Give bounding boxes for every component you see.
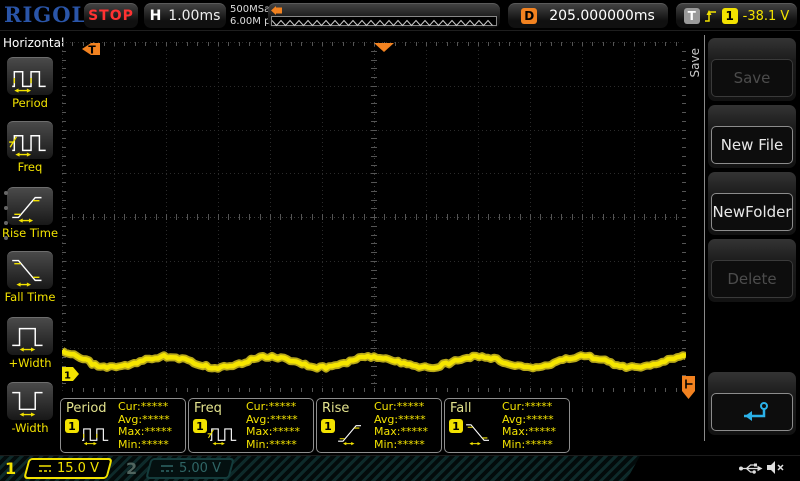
menu-item-fall-time[interactable]: Fall Time	[0, 251, 60, 304]
channel-1-status[interactable]: 15.0 V	[23, 458, 113, 479]
right-soft-menu: Save New File NewFolder Delete	[700, 31, 800, 455]
trigger-level-value: -38.1 V	[743, 9, 790, 24]
menu-item-new-file[interactable]: New File	[708, 105, 796, 168]
memory-position-bar[interactable]	[268, 3, 500, 28]
channel-2-status[interactable]: 5.00 V	[145, 458, 235, 479]
freq-icon	[7, 122, 53, 160]
menu-item-back[interactable]	[708, 372, 796, 435]
measurement-row: Period 1 Cur:***** Avg:***** Max:***** M…	[60, 398, 570, 453]
freq-icon	[206, 417, 242, 449]
minus-width-icon	[7, 383, 53, 421]
timebase-value: 1.00ms	[168, 8, 220, 24]
left-measure-menu: Horizontal Period Freq Rise Time Fa	[0, 31, 60, 455]
return-arrow-icon	[732, 400, 772, 424]
speaker-muted-icon	[766, 460, 784, 476]
menu-divider	[704, 35, 705, 441]
delay-badge: D	[521, 8, 537, 24]
channel-status-bar: 1 15.0 V 2 5.00 V	[0, 455, 800, 480]
run-stop-indicator[interactable]: STOP	[84, 3, 138, 28]
menu-item-delete[interactable]: Delete	[708, 239, 796, 302]
menu-item-rise-time[interactable]: Rise Time	[0, 187, 60, 240]
dc-coupling-icon	[160, 464, 174, 473]
measurement-fall: Fall 1 Cur:***** Avg:***** Max:***** Min…	[444, 398, 570, 453]
period-icon	[7, 58, 53, 96]
rise-time-icon	[7, 188, 53, 226]
delay-value: 205.000000ms	[549, 8, 655, 24]
dc-coupling-icon	[38, 464, 52, 473]
timebase-box: H 1.00ms	[144, 3, 226, 28]
trigger-readout-box: T 1 -38.1 V	[676, 3, 797, 28]
preview-wave-svg	[272, 17, 494, 28]
rise-time-icon	[334, 417, 370, 449]
delay-readout-box: D 205.000000ms	[508, 3, 668, 28]
menu-scroll-dots	[4, 191, 8, 251]
left-menu-title: Horizontal	[0, 31, 60, 50]
channel-badge: 1	[65, 419, 79, 433]
plus-width-icon	[7, 318, 53, 356]
run-state-label: STOP	[88, 8, 134, 24]
menu-item-plus-width[interactable]: +Width	[0, 317, 60, 370]
fall-time-icon	[7, 252, 53, 290]
usb-icon	[738, 462, 763, 475]
channel-2-number: 2	[126, 459, 137, 478]
rigol-logo: RIGOL	[4, 2, 87, 27]
svg-text:T: T	[88, 44, 96, 57]
period-icon	[78, 417, 114, 449]
menu-item-save[interactable]: Save	[708, 38, 796, 101]
svg-text:1: 1	[64, 371, 71, 382]
memory-waveform-strip	[271, 16, 497, 26]
top-status-bar: RIGOL STOP H 1.00ms 500MSa/s 6.00M pts D…	[0, 0, 800, 31]
channel-badge: 1	[321, 419, 335, 433]
channel-badge: 1	[193, 419, 207, 433]
fall-time-icon	[462, 417, 498, 449]
trigger-source-badge: 1	[722, 8, 738, 24]
channel-1-number: 1	[5, 459, 16, 478]
measurement-rise: Rise 1 Cur:***** Avg:***** Max:***** Min…	[316, 398, 442, 453]
menu-item-new-folder[interactable]: NewFolder	[708, 172, 796, 235]
trigger-badge: T	[684, 8, 700, 24]
channel-badge: 1	[449, 419, 463, 433]
trigger-level-marker[interactable]	[682, 376, 696, 400]
menu-item-period[interactable]: Period	[0, 57, 60, 110]
measurement-freq: Freq 1 Cur:***** Avg:***** Max:***** Min…	[188, 398, 314, 453]
graticule-svg: T1	[62, 42, 686, 392]
horizontal-badge: H	[150, 8, 162, 24]
measurement-period: Period 1 Cur:***** Avg:***** Max:***** M…	[60, 398, 186, 453]
menu-item-freq[interactable]: Freq	[0, 121, 60, 174]
menu-item-minus-width[interactable]: -Width	[0, 382, 60, 435]
graticule: T1	[62, 42, 686, 392]
memory-left-arrow-icon	[271, 6, 283, 15]
rising-edge-icon	[705, 9, 717, 24]
